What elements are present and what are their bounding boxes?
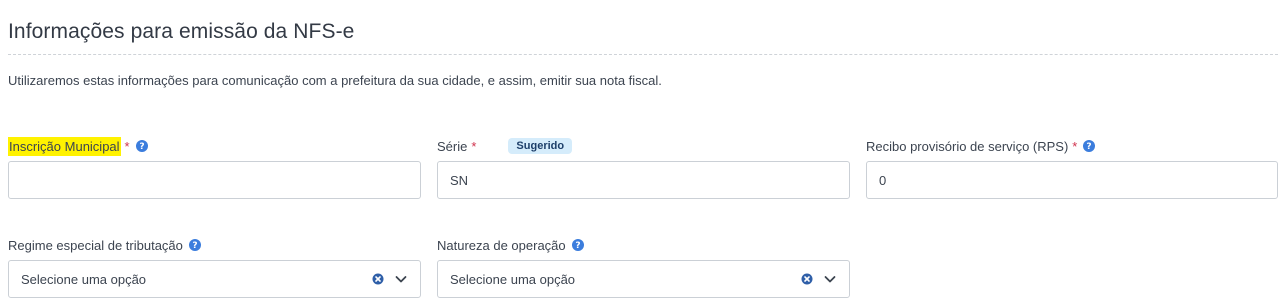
label-row: Natureza de operação ? <box>437 235 584 255</box>
field-regime-especial: Regime especial de tributação ? Selecion… <box>8 235 421 299</box>
regime-label: Regime especial de tributação <box>8 237 183 253</box>
label-row: Regime especial de tributação ? <box>8 235 201 255</box>
label-row: Série * Sugerido <box>437 136 573 156</box>
suggested-badge: Sugerido <box>508 138 573 154</box>
help-icon[interactable]: ? <box>188 239 201 251</box>
section-description: Utilizaremos estas informações para comu… <box>8 73 662 88</box>
inscricao-municipal-input[interactable] <box>8 161 421 199</box>
rps-label: Recibo provisório de serviço (RPS) <box>866 138 1069 154</box>
natureza-select-value: Selecione uma opção <box>450 271 576 287</box>
help-icon[interactable]: ? <box>1083 140 1096 152</box>
section-divider <box>8 54 1278 55</box>
svg-text:?: ? <box>1087 142 1092 152</box>
serie-input[interactable] <box>437 161 850 199</box>
required-mark: * <box>1072 138 1078 154</box>
inscricao-municipal-label: Inscrição Municipal <box>8 136 121 156</box>
clear-icon[interactable] <box>801 273 813 285</box>
label-row: Recibo provisório de serviço (RPS) * ? <box>866 136 1096 156</box>
chevron-down-icon[interactable] <box>823 272 837 286</box>
page-title: Informações para emissão da NFS-e <box>8 20 355 44</box>
required-mark: * <box>124 138 130 154</box>
natureza-label: Natureza de operação <box>437 237 566 253</box>
label-row: Inscrição Municipal * ? <box>8 136 148 156</box>
regime-select[interactable]: Selecione uma opção <box>8 260 421 298</box>
field-natureza-operacao: Natureza de operação ? Selecione uma opç… <box>437 235 850 299</box>
svg-text:?: ? <box>575 241 580 251</box>
help-icon[interactable]: ? <box>135 140 148 152</box>
field-rps: Recibo provisório de serviço (RPS) * ? <box>866 136 1278 200</box>
svg-text:?: ? <box>139 142 144 152</box>
natureza-select[interactable]: Selecione uma opção <box>437 260 850 298</box>
field-inscricao-municipal: Inscrição Municipal * ? <box>8 136 421 200</box>
regime-select-value: Selecione uma opção <box>21 271 147 287</box>
serie-label: Série <box>437 138 468 154</box>
svg-text:?: ? <box>192 241 197 251</box>
chevron-down-icon[interactable] <box>394 272 408 286</box>
required-mark: * <box>471 138 477 154</box>
clear-icon[interactable] <box>372 273 384 285</box>
rps-input[interactable] <box>866 161 1278 199</box>
field-serie: Série * Sugerido <box>437 136 850 200</box>
help-icon[interactable]: ? <box>571 239 584 251</box>
